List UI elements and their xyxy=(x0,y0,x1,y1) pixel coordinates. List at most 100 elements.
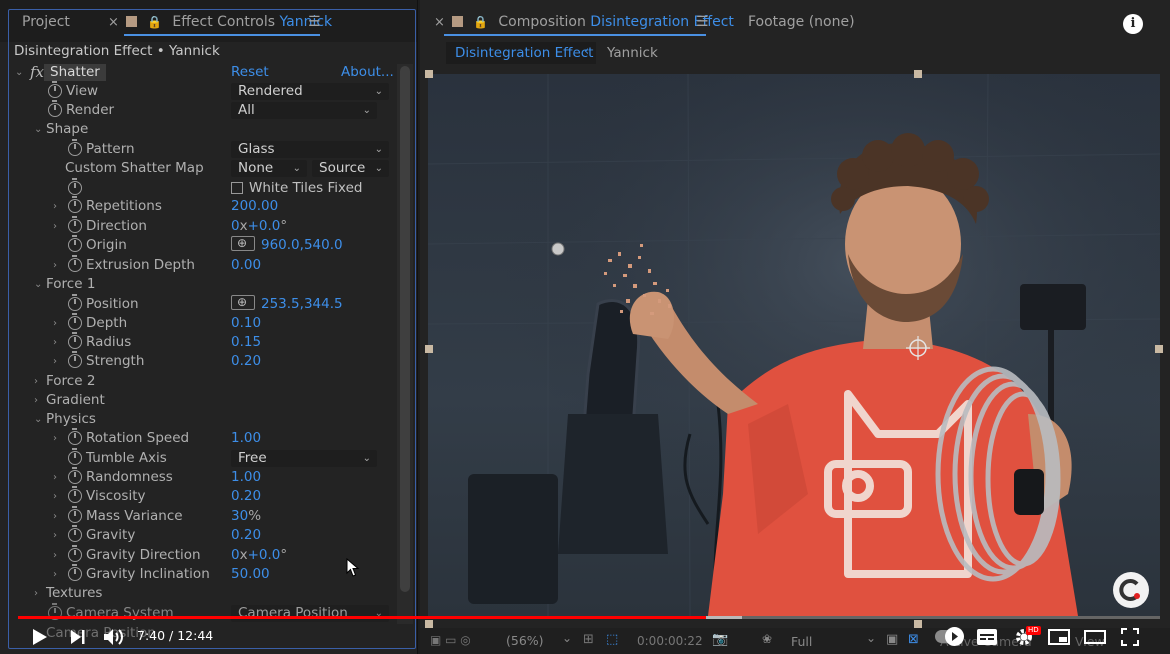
reset-link[interactable]: Reset xyxy=(231,63,269,82)
expand-chevron-icon[interactable]: › xyxy=(53,217,57,236)
property-row-strength[interactable]: › Strength 0.20 xyxy=(0,351,396,371)
gravity-direction-value[interactable]: 0x+0.0° xyxy=(231,546,287,565)
property-row-rotation-speed[interactable]: › Rotation Speed 1.00 xyxy=(0,428,396,448)
property-row-viscosity[interactable]: › Viscosity 0.20 xyxy=(0,486,396,506)
expand-chevron-icon[interactable]: › xyxy=(53,333,57,352)
viewer-toolbar-icons[interactable]: ▣ ▭ ◎ xyxy=(430,633,471,647)
stopwatch-icon[interactable] xyxy=(68,332,82,349)
close-icon[interactable]: × xyxy=(108,15,119,37)
stopwatch-icon[interactable] xyxy=(68,196,82,213)
comp-breadcrumb-yannick[interactable]: Yannick xyxy=(607,45,658,61)
stopwatch-icon[interactable] xyxy=(68,216,82,233)
property-row-extrusion-depth[interactable]: › Extrusion Depth 0.00 xyxy=(0,255,396,275)
gravity-value[interactable]: 0.20 xyxy=(231,526,261,545)
zoom-dropdown[interactable]: (56%) xyxy=(506,633,544,648)
tab-project[interactable]: Project xyxy=(22,14,70,36)
resolution-dropdown[interactable]: Full xyxy=(791,634,812,649)
expand-chevron-icon[interactable]: › xyxy=(53,352,57,371)
lock-icon[interactable]: 🔒 xyxy=(473,15,488,29)
zoom-chevron-icon[interactable]: ⌄ xyxy=(562,631,572,645)
expand-chevron-icon[interactable]: › xyxy=(53,546,57,565)
property-row-render[interactable]: Render All ⌄ xyxy=(0,100,396,120)
group-row-gradient[interactable]: › Gradient xyxy=(0,391,396,410)
color-channels-icon[interactable]: ❀ xyxy=(762,632,772,646)
group-row-force-1[interactable]: ⌄ Force 1 xyxy=(0,275,396,294)
property-row-direction[interactable]: › Direction 0x+0.0° xyxy=(0,216,396,236)
property-row-gravity-direction[interactable]: › Gravity Direction 0x+0.0° xyxy=(0,545,396,565)
miniplayer-icon[interactable] xyxy=(1048,629,1070,645)
layer-handle[interactable] xyxy=(425,345,433,353)
property-row-pattern[interactable]: Pattern Glass ⌄ xyxy=(0,139,396,159)
stopwatch-icon[interactable] xyxy=(68,525,82,542)
expand-chevron-icon[interactable]: › xyxy=(53,487,57,506)
expand-chevron-icon[interactable]: › xyxy=(34,372,38,391)
layer-handle[interactable] xyxy=(914,620,922,628)
stopwatch-icon[interactable] xyxy=(68,294,82,311)
theater-mode-icon[interactable] xyxy=(1084,629,1106,645)
group-row-physics[interactable]: ⌄ Physics xyxy=(0,410,396,429)
property-row-mass-variance[interactable]: › Mass Variance 30% xyxy=(0,506,396,526)
white-tiles-fixed-checkbox[interactable] xyxy=(231,182,243,194)
camera-system-dropdown[interactable]: Camera Position ⌄ xyxy=(231,605,389,622)
timecode-display[interactable]: 0:00:00:22 xyxy=(637,634,703,648)
layer-handle[interactable] xyxy=(1155,345,1163,353)
region-of-interest-icon[interactable]: ▣ xyxy=(886,632,898,647)
randomness-value[interactable]: 1.00 xyxy=(231,468,261,487)
extrusion-depth-value[interactable]: 0.00 xyxy=(231,256,261,275)
stopwatch-icon[interactable] xyxy=(68,351,82,368)
property-row-randomness[interactable]: › Randomness 1.00 xyxy=(0,467,396,487)
crosshair-target-icon[interactable] xyxy=(231,234,255,253)
resolution-chevron-icon[interactable]: ⌄ xyxy=(866,631,876,645)
property-row-custom-shatter-map[interactable]: Custom Shatter Map None ⌄ Source ⌄ xyxy=(0,159,396,178)
custom-map-layer-dropdown[interactable]: None ⌄ xyxy=(231,160,307,177)
group-row-textures[interactable]: › Textures xyxy=(0,584,396,603)
composition-viewer[interactable] xyxy=(428,74,1160,616)
collapse-chevron-icon[interactable]: ⌄ xyxy=(34,410,42,429)
expand-chevron-icon[interactable]: › xyxy=(53,507,57,526)
property-row-tumble-axis[interactable]: Tumble Axis Free ⌄ xyxy=(0,448,396,468)
property-row-gravity[interactable]: › Gravity 0.20 xyxy=(0,525,396,545)
gravity-inclination-value[interactable]: 50.00 xyxy=(231,565,270,584)
play-icon[interactable] xyxy=(32,628,48,646)
repetitions-value[interactable]: 200.00 xyxy=(231,197,278,216)
expand-chevron-icon[interactable]: › xyxy=(53,314,57,333)
stopwatch-icon[interactable] xyxy=(68,448,82,465)
hamburger-menu-icon[interactable]: ☰ xyxy=(696,14,709,30)
stopwatch-icon[interactable] xyxy=(68,255,82,272)
property-row-white-tiles-fixed[interactable]: White Tiles Fixed xyxy=(0,178,396,198)
property-row-gravity-inclination[interactable]: › Gravity Inclination 50.00 xyxy=(0,564,396,584)
position-value[interactable]: 253.5,344.5 xyxy=(231,293,343,314)
custom-map-source-dropdown[interactable]: Source ⌄ xyxy=(312,160,389,177)
stopwatch-icon[interactable] xyxy=(68,428,82,445)
layer-handle[interactable] xyxy=(425,620,433,628)
expand-chevron-icon[interactable]: › xyxy=(53,565,57,584)
expand-chevron-icon[interactable]: › xyxy=(53,468,57,487)
effect-name[interactable]: Shatter xyxy=(44,64,106,81)
stopwatch-icon[interactable] xyxy=(68,467,82,484)
origin-value[interactable]: 960.0,540.0 xyxy=(231,234,343,255)
property-row-repetitions[interactable]: › Repetitions 200.00 xyxy=(0,196,396,216)
expand-chevron-icon[interactable]: › xyxy=(53,197,57,216)
render-dropdown[interactable]: All ⌄ xyxy=(231,102,377,119)
mask-visibility-icon[interactable]: ⬚ xyxy=(606,632,618,647)
collapse-chevron-icon[interactable]: ⌄ xyxy=(15,63,23,82)
collapse-chevron-icon[interactable]: ⌄ xyxy=(34,275,42,294)
stopwatch-icon[interactable] xyxy=(68,506,82,523)
group-row-force-2[interactable]: › Force 2 xyxy=(0,372,396,391)
stopwatch-icon[interactable] xyxy=(68,486,82,503)
property-row-camera-system[interactable]: Camera System Camera Position ⌄ xyxy=(0,603,396,623)
view-dropdown[interactable]: Rendered ⌄ xyxy=(231,83,389,100)
expand-chevron-icon[interactable]: › xyxy=(53,429,57,448)
hamburger-menu-icon[interactable]: ☰ xyxy=(308,14,321,36)
mass-variance-value[interactable]: 30% xyxy=(231,507,261,526)
fullscreen-icon[interactable] xyxy=(1121,628,1139,646)
collapse-chevron-icon[interactable]: ⌄ xyxy=(34,120,42,139)
stopwatch-icon[interactable] xyxy=(68,313,82,330)
about-link[interactable]: About... xyxy=(341,63,394,82)
expand-chevron-icon[interactable]: › xyxy=(53,526,57,545)
scrollbar-thumb[interactable] xyxy=(400,66,410,592)
volume-icon[interactable] xyxy=(103,627,125,647)
tab-footage[interactable]: Footage (none) xyxy=(748,14,855,30)
expand-chevron-icon[interactable]: › xyxy=(53,256,57,275)
tab-effect-controls[interactable]: 🔒 Effect Controls Yannick xyxy=(126,14,332,36)
